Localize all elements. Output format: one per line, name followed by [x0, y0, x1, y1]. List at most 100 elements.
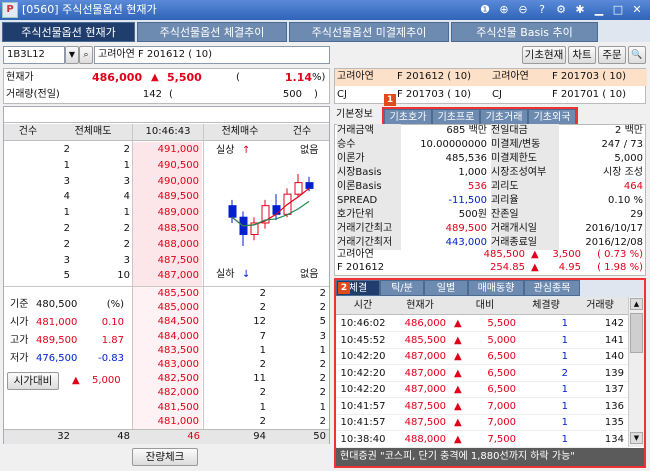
related-item[interactable]: 고려아연 F 201703 ( 10) [490, 69, 647, 86]
price-panel: 현재가 486,000 ▲ 5,500 ( 1.14 %) 거래량(전일) 14… [3, 68, 330, 104]
change-value: 5,500 [167, 71, 202, 84]
trade-diff: 6,500 [487, 351, 516, 362]
sell-price[interactable]: 491,000 [132, 142, 202, 158]
upper-limit-label: 실상 [216, 145, 235, 156]
tab-tick-minute[interactable]: 틱/분 [380, 280, 424, 296]
code-input[interactable]: 1B3L12 [3, 46, 65, 64]
sell-price[interactable]: 488,000 [132, 236, 202, 253]
close-icon[interactable]: ✕ [630, 3, 644, 17]
open-compare-button[interactable]: 시가대비 [7, 372, 59, 390]
info-value: 481,000 [36, 317, 78, 328]
candle-body [305, 182, 314, 189]
scroll-up-icon[interactable]: ▲ [630, 298, 643, 310]
zoom-in-icon[interactable]: ⊕ [497, 3, 511, 17]
trade-exec-qty: 1 [561, 417, 568, 428]
related-item[interactable]: 고려아연 F 201612 ( 10) [335, 69, 490, 86]
basic-info-key: SPREAD [337, 194, 401, 208]
sell-price[interactable]: 489,000 [132, 205, 202, 222]
sell-qty: 4 [123, 191, 130, 203]
tab-watchlist[interactable]: 관심종목 [524, 280, 580, 296]
up-arrow-icon: ↑ [242, 145, 251, 156]
tab-basis-trend[interactable]: 주식선물 Basis 추이 [451, 22, 598, 42]
basic-info-key: 거래금액 [337, 124, 401, 138]
related-name: CJ [492, 89, 502, 100]
order-button[interactable]: 주문 [598, 46, 626, 64]
remaining-check-button[interactable]: 잔량체크 [132, 448, 198, 466]
news-ticker[interactable]: 현대증권 "코스피, 단기 충격에 1,880선까지 하락 가능" [336, 448, 644, 466]
tab-basis-program[interactable]: 기초프로 [432, 109, 480, 125]
minimize-icon[interactable]: ▁ [592, 3, 606, 17]
underlying-row: F 201612 254.85 ▲ 4.95 ( 1.98 %) [335, 262, 645, 275]
maximize-icon[interactable]: □ [611, 3, 625, 17]
sell-price[interactable]: 487,000 [132, 268, 202, 285]
buy-count: 2 [319, 415, 326, 427]
buy-price[interactable]: 481,000 [132, 413, 202, 430]
trade-volume: 140 [604, 351, 624, 362]
trade-time: 10:41:57 [340, 417, 386, 428]
info-label: 고가 [10, 335, 29, 346]
tab-trading-trend[interactable]: 매매동향 [468, 280, 524, 296]
basic-info-key: 이론가 [337, 152, 401, 166]
trade-exec-qty: 1 [561, 400, 568, 412]
basic-info-row: 시장Basis 1,000 시장조성여부 시장 조성 [335, 166, 645, 181]
percent-unit: %) [312, 72, 326, 83]
sell-price[interactable]: 490,000 [132, 173, 202, 190]
basic-info-row: 승수 10.00000000 미결제/변동 247 / 73 [335, 138, 645, 153]
total-buy-count: 50 [313, 431, 326, 442]
tab-trade-trend[interactable]: 주식선물옵션 체결추이 [137, 22, 287, 42]
sell-price[interactable]: 487,500 [132, 252, 202, 269]
chart-button[interactable]: 차트 [568, 46, 596, 64]
window-1-icon[interactable]: ❶ [478, 3, 492, 17]
basic-info-key: 승수 [337, 138, 401, 152]
main-tabs: 주식선물옵션 현재가 주식선물옵션 체결추이 주식선물옵션 미결제추이 주식선물… [0, 20, 650, 42]
scroll-down-icon[interactable]: ▼ [630, 432, 643, 444]
trade-price: 487,500 [404, 400, 446, 412]
underlying-price: 254.85 [490, 262, 525, 273]
info-percent: -0.83 [98, 353, 124, 364]
pin-icon[interactable]: ✱ [573, 3, 587, 17]
tab-open-interest-trend[interactable]: 주식선물옵션 미결제추이 [289, 22, 449, 42]
column-divider [203, 124, 204, 429]
trade-panel: 체결 틱/분 일별 매매동향 관심종목 2 시간 현재가 대비 체결량 거래량 … [334, 278, 646, 468]
tab-basis-trade[interactable]: 기초거래 [480, 109, 528, 125]
related-panel: 고려아연 F 201612 ( 10) 고려아연 F 201703 ( 10) … [334, 68, 647, 104]
basic-info-key: 미결제/변동 [491, 138, 559, 152]
buy-qty: 2 [259, 415, 266, 427]
sell-price[interactable]: 489,500 [132, 189, 202, 206]
question-icon[interactable]: ? [535, 3, 549, 17]
basis-arrow-icon: ▲ [72, 375, 80, 386]
tab-basis-foreign[interactable]: 기초외국 [528, 109, 576, 125]
basic-info-row: SPREAD -11,500 괴리율 0.10 % [335, 194, 645, 209]
tab-current-price[interactable]: 주식선물옵션 현재가 [2, 22, 135, 42]
paren: ( [169, 89, 173, 100]
basic-info-table: 거래금액 685 백만 전일대금 2 백만 승수 10.00000000 미결제/변동 247… [334, 124, 646, 276]
dropdown-icon[interactable]: ▼ [65, 46, 79, 64]
related-item[interactable]: CJ F 201703 ( 10) [335, 87, 490, 104]
header-sell-count: 건수 [18, 126, 38, 137]
scroll-thumb[interactable] [630, 313, 643, 353]
tab-daily[interactable]: 일별 [424, 280, 468, 296]
basis-now-button[interactable]: 기초현재 [522, 46, 566, 64]
sell-price[interactable]: 490,500 [132, 157, 202, 174]
related-item[interactable]: CJ F 201701 ( 10) [490, 87, 647, 104]
sell-qty: 2 [123, 144, 130, 155]
trade-volume: 142 [604, 318, 624, 329]
trade-volume: 139 [604, 367, 624, 379]
trade-price: 486,000 [404, 318, 446, 329]
search-icon[interactable]: ⌕ [79, 46, 93, 64]
sell-count: 2 [63, 238, 70, 250]
sell-qty: 10 [117, 270, 130, 282]
zoom-out-icon[interactable]: ⊖ [516, 3, 530, 17]
trade-scrollbar[interactable]: ▲ ▼ [628, 297, 644, 447]
magnifier-icon[interactable]: 🔍 [628, 46, 646, 64]
basic-info-key: 호가단위 [337, 208, 401, 222]
settings-icon[interactable]: ⚙ [554, 3, 568, 17]
trade-arrow-icon: ▲ [454, 334, 462, 346]
trade-diff: 5,500 [487, 318, 516, 329]
info-percent: 1.87 [101, 335, 124, 346]
tab-basis-quote[interactable]: 기초호가 [384, 109, 432, 125]
label-current-price: 현재가 [6, 72, 34, 83]
trade-time: 10:45:52 [340, 334, 386, 346]
header-price: 현재가 [406, 300, 434, 311]
sell-price[interactable]: 488,500 [132, 221, 202, 237]
